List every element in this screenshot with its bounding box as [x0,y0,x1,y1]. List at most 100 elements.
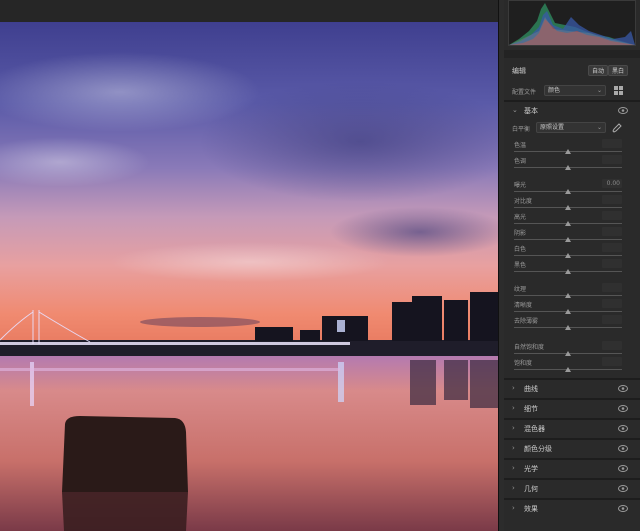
slider-value-input[interactable] [602,211,622,220]
histogram [508,0,636,46]
eye-icon[interactable] [618,505,628,512]
slider-thumb[interactable] [565,293,571,298]
slider-thumb[interactable] [565,325,571,330]
eye-icon[interactable] [618,385,628,392]
slider-thumb[interactable] [565,205,571,210]
slider-thumb[interactable] [565,237,571,242]
slider-label: 自然饱和度 [514,344,545,351]
slider-label: 色温 [514,142,527,149]
chevron-right-icon: › [512,444,515,452]
section-header[interactable]: › 混色器 [504,420,640,438]
slider-label: 曝光 [514,182,527,189]
slider-value-input[interactable] [602,243,622,252]
slider-thumb[interactable] [565,309,571,314]
slider-label: 阴影 [514,230,527,237]
slider-thumb[interactable] [565,253,571,258]
chevron-right-icon: › [512,384,515,392]
eye-icon[interactable] [618,425,628,432]
slider-thumb[interactable] [565,269,571,274]
slider-row: 色调 [504,155,640,172]
section-title: 颜色分级 [524,445,552,453]
eyedropper-icon[interactable] [612,123,622,133]
slider-value-input[interactable] [602,227,622,236]
white-balance-value: 原照设置 [540,124,565,131]
slider-row: 白色 [504,243,640,260]
eye-icon[interactable] [618,485,628,492]
eye-icon[interactable] [618,107,628,114]
white-balance-select[interactable]: 原照设置 ⌄ [536,122,606,133]
edit-panel: 编辑 自动 黑白 配置文件 颜色 ⌄ ⌄ 基本 白平衡 原照设置 ⌄ 色温 色调… [504,0,640,531]
slider-value-input[interactable]: 0.00 [602,179,622,188]
slider-label: 去除薄雾 [514,318,539,325]
chevron-right-icon: › [512,504,515,512]
chevron-right-icon: › [512,484,515,492]
slider-value-input[interactable] [602,139,622,148]
slider-label: 色调 [514,158,527,165]
slider-row: 阴影 [504,227,640,244]
slider-value-input[interactable] [602,315,622,324]
edit-title: 编辑 [512,67,526,75]
section-header[interactable]: › 细节 [504,400,640,418]
slider-row: 去除薄雾 [504,315,640,332]
slider-thumb[interactable] [565,351,571,356]
slider-value-input[interactable] [602,283,622,292]
section-basic-header[interactable]: ⌄ 基本 [504,102,640,120]
slider-row: 黑色 [504,259,640,276]
eye-icon[interactable] [618,445,628,452]
section-title: 光学 [524,465,538,473]
chevron-right-icon: › [512,404,515,412]
slider-thumb[interactable] [565,189,571,194]
slider-value-input[interactable] [602,357,622,366]
slider-label: 黑色 [514,262,527,269]
section-title: 效果 [524,505,538,513]
chevron-down-icon: ⌄ [512,106,518,114]
chevron-down-icon: ⌄ [596,87,602,94]
slider-row: 高光 [504,211,640,228]
slider-row: 曝光 0.00 [504,179,640,196]
section-title: 细节 [524,405,538,413]
slider-label: 饱和度 [514,360,533,367]
white-balance-label: 白平衡 [512,126,531,133]
bw-button[interactable]: 黑白 [608,65,629,76]
grid-icon[interactable] [614,86,623,95]
section-header[interactable]: › 效果 [504,500,640,518]
section-header[interactable]: › 颜色分级 [504,440,640,458]
slider-value-input[interactable] [602,195,622,204]
histogram-separator [504,50,640,58]
slider-row: 纹理 [504,283,640,300]
slider-row: 色温 [504,139,640,156]
slider-value-input[interactable] [602,155,622,164]
profile-value: 颜色 [548,87,561,94]
section-header[interactable]: › 曲线 [504,380,640,398]
section-basic-title: 基本 [524,107,538,115]
section-title: 曲线 [524,385,538,393]
slider-thumb[interactable] [565,221,571,226]
slider-label: 对比度 [514,198,533,205]
profile-select[interactable]: 颜色 ⌄ [544,85,606,96]
edit-header: 编辑 自动 黑白 [504,62,640,80]
slider-value-input[interactable] [602,299,622,308]
slider-label: 白色 [514,246,527,253]
auto-button[interactable]: 自动 [588,65,609,76]
slider-value-input[interactable] [602,259,622,268]
white-balance-row: 白平衡 原照设置 ⌄ [504,122,640,134]
profile-label: 配置文件 [512,89,537,96]
photo-canvas[interactable] [0,22,498,531]
slider-thumb[interactable] [565,165,571,170]
section-header[interactable]: › 几何 [504,480,640,498]
chevron-down-icon: ⌄ [596,124,602,131]
slider-label: 清晰度 [514,302,533,309]
section-header[interactable]: › 光学 [504,460,640,478]
top-bar [0,0,500,22]
slider-value-input[interactable] [602,341,622,350]
slider-label: 高光 [514,214,527,221]
slider-thumb[interactable] [565,367,571,372]
slider-row: 对比度 [504,195,640,212]
eye-icon[interactable] [618,465,628,472]
section-title: 混色器 [524,425,545,433]
slider-thumb[interactable] [565,149,571,154]
profile-row: 配置文件 颜色 ⌄ [504,84,640,98]
slider-row: 清晰度 [504,299,640,316]
slider-row: 饱和度 [504,357,640,374]
eye-icon[interactable] [618,405,628,412]
